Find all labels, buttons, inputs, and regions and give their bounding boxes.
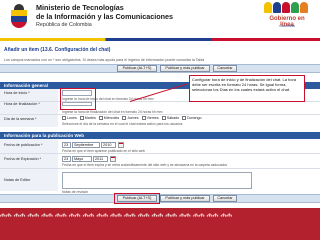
day-checkbox-tuesday[interactable]: Martes	[79, 116, 96, 120]
flag-color-bar	[0, 38, 320, 41]
day-checkbox-sunday[interactable]: Domingo	[182, 116, 201, 120]
end-time-label: Hora de finalización *	[4, 102, 40, 106]
publish-more-button-top[interactable]: Publicar y más publicar	[160, 65, 210, 72]
help-text: Los campos marcados con un * son obligat…	[4, 58, 204, 62]
people-icon	[264, 2, 308, 13]
day-checkbox-wednesday[interactable]: Miércoles	[98, 116, 119, 120]
day-checkbox-thursday[interactable]: Jueves	[122, 116, 139, 120]
footer-pattern: ሐሐ ሐሐ ሐሐ ሐሐ ሐሐ ሐሐ ሐሐ ሐሐ ሐሐ ሐሐ ሐሐ ሐሐ ሐሐ ሐ…	[0, 212, 233, 219]
publish-button-top[interactable]: Publicar (ALT+S)	[117, 65, 157, 72]
time-fields-highlight	[60, 88, 96, 110]
days-checkbox-group: Lunes Martes Miércoles Jueves Viernes Sá…	[62, 116, 201, 120]
gobierno-en-linea-logo: Gobierno en línea Colombia	[262, 2, 312, 36]
calendar-icon[interactable]	[110, 156, 116, 162]
exp-month-select[interactable]: Mayo	[72, 156, 92, 162]
cancel-button-top[interactable]: Cancelar	[213, 65, 237, 72]
publish-button-highlight	[114, 193, 160, 204]
pub-month-select[interactable]: Septiembre	[72, 142, 100, 148]
pub-year-select[interactable]: 2010	[101, 142, 116, 148]
instruction-callout: Configurar hora de inicio y de finalizac…	[189, 75, 305, 102]
exp-date-hint: Fecha en que el ítem expira y se retira …	[62, 163, 228, 167]
day-checkbox-monday[interactable]: Lunes	[62, 116, 77, 120]
ministry-name-line1: Ministerio de Tecnologías	[36, 3, 124, 12]
notes-textarea[interactable]	[62, 172, 252, 189]
notes-label: Notas de Editor	[4, 178, 31, 182]
day-checkbox-friday[interactable]: Viernes	[141, 116, 159, 120]
publish-more-button-bottom[interactable]: Publicar y más publicar	[160, 195, 210, 202]
pub-day-select[interactable]: 23	[62, 142, 71, 148]
exp-date-label: Fecha de Expiración *	[4, 157, 42, 161]
colombia-crest-icon	[8, 4, 30, 30]
start-time-label: Hora de inicio *	[4, 91, 30, 95]
site-header: Ministerio de Tecnologías de la Informac…	[0, 0, 320, 38]
day-checkbox-saturday[interactable]: Sábado	[161, 116, 179, 120]
ministry-name-line2: de la Información y las Comunicaciones	[36, 12, 174, 21]
cancel-button-bottom[interactable]: Cancelar	[213, 195, 237, 202]
page-title: Añadir un ítem (13.6. Configuración del …	[4, 47, 111, 53]
decorative-footer: ሐሐ ሐሐ ሐሐ ሐሐ ሐሐ ሐሐ ሐሐ ሐሐ ሐሐ ሐሐ ሐሐ ሐሐ ሐሐ ሐ…	[0, 208, 320, 240]
pub-date-label: Fecha de publicación *	[4, 143, 43, 147]
days-hint: Seleccione el día de la semana en el cua…	[62, 122, 183, 126]
section-publication-header: Información para la publicación Web	[0, 132, 320, 139]
days-label: Día de la semana *	[4, 117, 37, 121]
exp-day-select[interactable]: 23	[62, 156, 71, 162]
gel-subtitle: Colombia	[279, 24, 295, 28]
exp-year-select[interactable]: 2011	[93, 156, 108, 162]
ministry-name-line3: República de Colombia	[36, 22, 92, 28]
calendar-icon[interactable]	[118, 142, 124, 148]
